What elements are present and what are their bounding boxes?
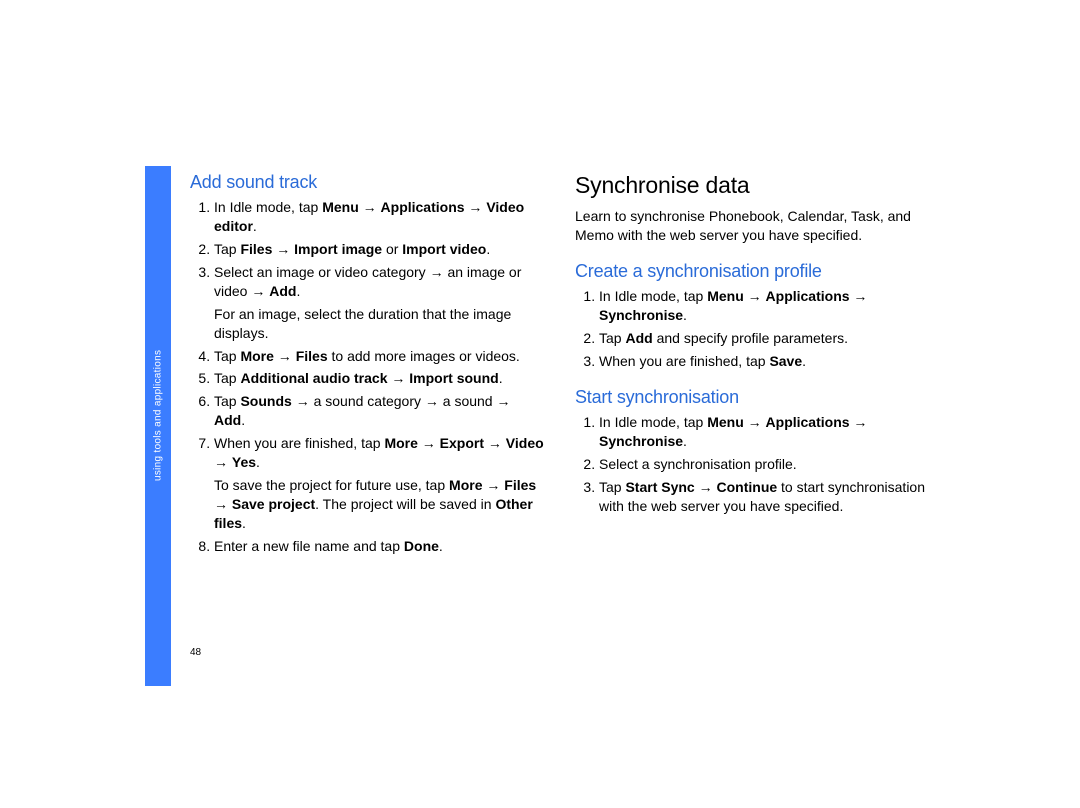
left-column: Add sound track In Idle mode, tap Menu →…	[190, 170, 545, 559]
heading-synchronise-data: Synchronise data	[575, 170, 930, 201]
add-sound-track-steps: In Idle mode, tap Menu → Applications → …	[190, 198, 545, 555]
list-item: Enter a new file name and tap Done.	[214, 537, 545, 556]
list-item: In Idle mode, tap Menu → Applications → …	[599, 287, 930, 325]
sync-intro: Learn to synchronise Phonebook, Calendar…	[575, 207, 930, 245]
list-item: Tap Files → Import image or Import video…	[214, 240, 545, 259]
list-item: Select an image or video category → an i…	[214, 263, 545, 343]
list-item: When you are finished, tap Save.	[599, 352, 930, 371]
list-item: In Idle mode, tap Menu → Applications → …	[214, 198, 545, 236]
list-item: Select a synchronisation profile.	[599, 455, 930, 474]
list-item: When you are finished, tap More → Export…	[214, 434, 545, 532]
list-item-continuation: To save the project for future use, tap …	[214, 476, 545, 533]
list-item: Tap Add and specify profile parameters.	[599, 329, 930, 348]
side-section-label: using tools and applications	[146, 350, 170, 550]
start-sync-steps: In Idle mode, tap Menu → Applications → …	[575, 413, 930, 515]
manual-page: using tools and applications Add sound t…	[0, 0, 1080, 808]
heading-add-sound-track: Add sound track	[190, 170, 545, 194]
create-sync-profile-steps: In Idle mode, tap Menu → Applications → …	[575, 287, 930, 371]
list-item-continuation: For an image, select the duration that t…	[214, 305, 545, 343]
list-item: Tap Additional audio track → Import soun…	[214, 369, 545, 388]
page-number: 48	[190, 647, 201, 658]
list-item: Tap Sounds → a sound category → a sound …	[214, 392, 545, 430]
content-columns: Add sound track In Idle mode, tap Menu →…	[190, 170, 940, 559]
heading-start-sync: Start synchronisation	[575, 385, 930, 409]
heading-create-sync-profile: Create a synchronisation profile	[575, 259, 930, 283]
list-item: Tap Start Sync → Continue to start synch…	[599, 478, 930, 516]
right-column: Synchronise data Learn to synchronise Ph…	[575, 170, 930, 559]
list-item: In Idle mode, tap Menu → Applications → …	[599, 413, 930, 451]
list-item: Tap More → Files to add more images or v…	[214, 347, 545, 366]
